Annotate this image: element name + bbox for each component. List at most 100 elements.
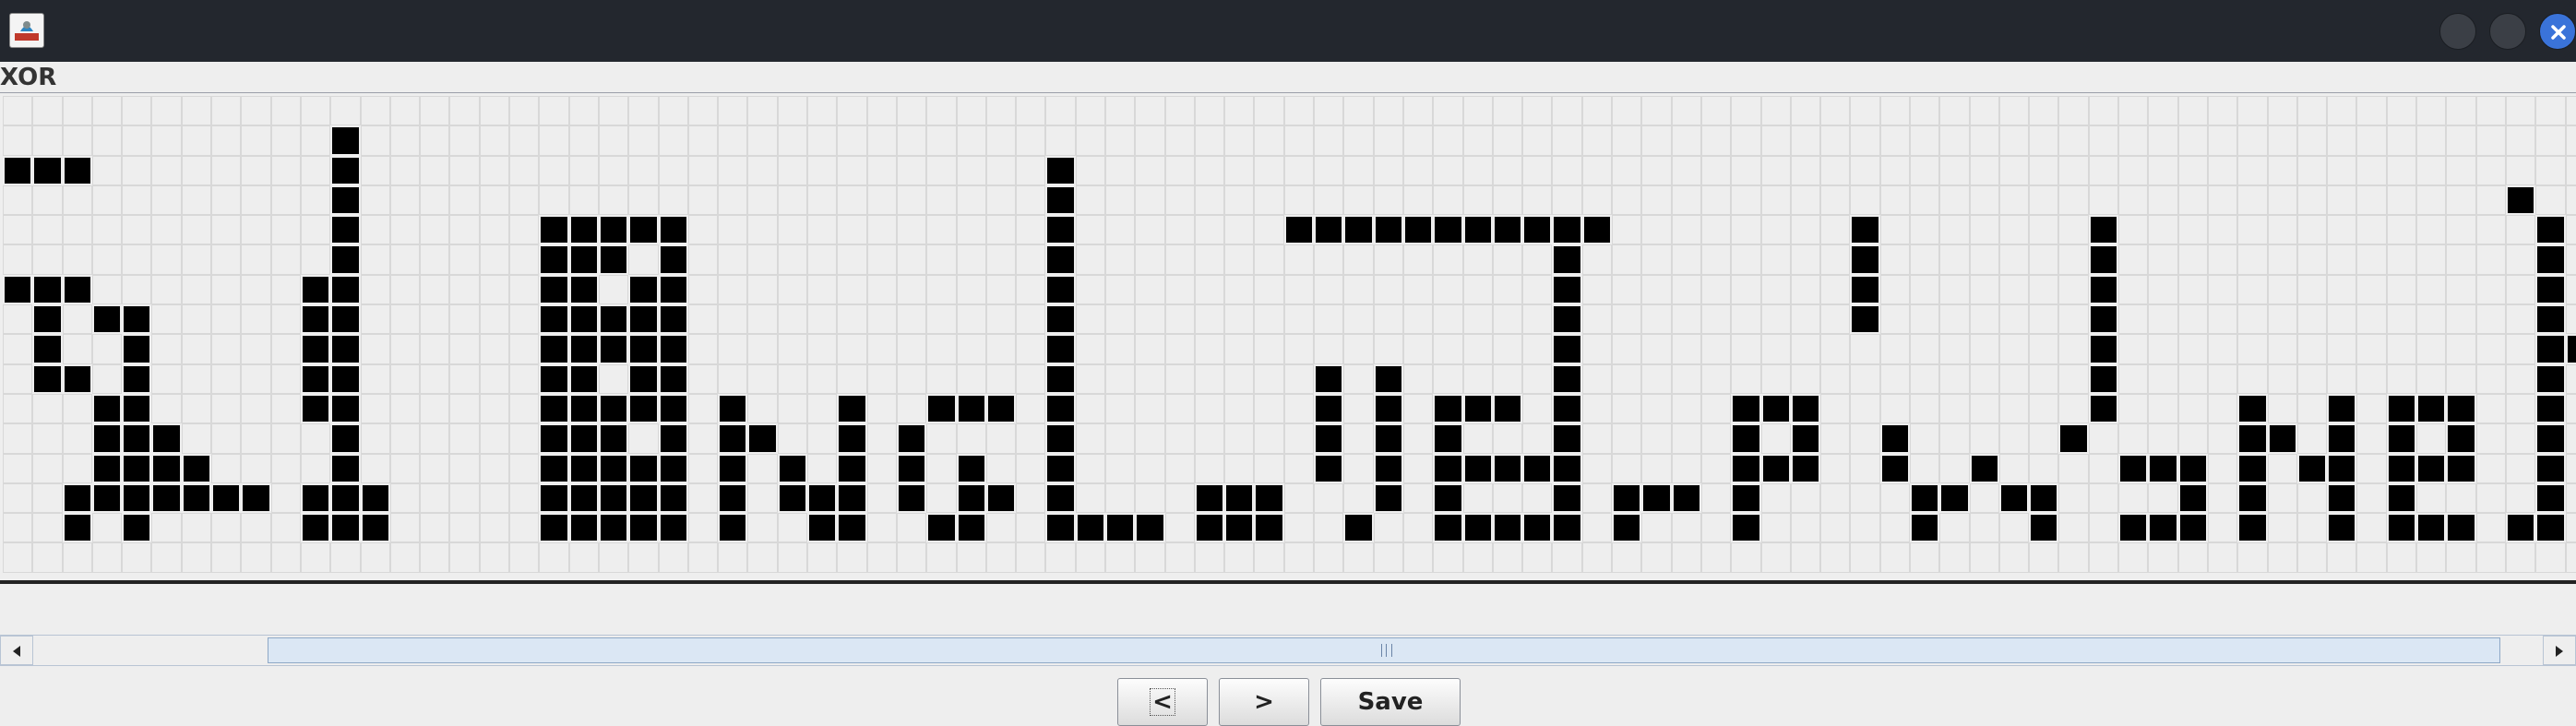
grid-cell[interactable] [1850,96,1880,126]
grid-cell-filled[interactable] [1641,482,1672,514]
grid-cell[interactable] [1760,215,1791,245]
grid-cell[interactable] [1462,274,1493,305]
grid-cell-filled[interactable] [2237,423,2268,454]
grid-cell[interactable] [837,184,867,216]
grid-cell[interactable] [2446,274,2476,305]
grid-cell[interactable] [420,393,450,424]
grid-cell[interactable] [1612,96,1642,126]
grid-cell[interactable] [1075,215,1105,245]
grid-cell[interactable] [151,542,182,573]
grid-cell[interactable] [32,393,63,424]
grid-cell[interactable] [1998,542,2030,573]
grid-cell[interactable] [956,423,986,454]
grid-cell-filled[interactable] [658,393,688,424]
grid-cell-filled[interactable] [1045,423,1076,454]
grid-cell[interactable] [1164,542,1195,573]
grid-cell[interactable] [777,334,808,364]
grid-cell[interactable] [1998,96,2030,126]
grid-cell-filled[interactable] [1462,513,1493,543]
grid-cell[interactable] [2416,482,2447,514]
grid-cell[interactable] [896,125,927,156]
grid-cell[interactable] [1075,423,1105,454]
grid-cell[interactable] [3,334,33,364]
grid-cell[interactable] [1283,453,1315,483]
grid-cell[interactable] [1969,334,1999,364]
grid-cell[interactable] [985,423,1017,454]
grid-cell[interactable] [718,215,748,245]
grid-cell[interactable] [1998,215,2030,245]
grid-cell-filled[interactable] [330,244,361,275]
grid-cell[interactable] [1016,363,1046,394]
grid-cell[interactable] [1850,334,1880,364]
grid-cell[interactable] [926,453,957,483]
grid-cell-filled[interactable] [598,453,629,483]
grid-cell[interactable] [91,96,123,126]
grid-cell[interactable] [2237,125,2268,156]
grid-cell[interactable] [2177,334,2208,364]
grid-cell[interactable] [1462,363,1493,394]
grid-cell[interactable] [2565,125,2576,156]
grid-cell[interactable] [2267,184,2297,216]
grid-cell[interactable] [1283,334,1315,364]
grid-cell-filled[interactable] [1492,215,1523,245]
grid-cell-filled[interactable] [1254,482,1284,514]
grid-cell[interactable] [1641,453,1672,483]
grid-cell[interactable] [718,363,748,394]
grid-cell[interactable] [1910,304,1940,335]
grid-cell[interactable] [747,513,778,543]
grid-cell[interactable] [1075,244,1105,275]
grid-cell[interactable] [1492,423,1523,454]
grid-cell[interactable] [1552,155,1582,185]
grid-cell[interactable] [598,274,629,305]
grid-cell[interactable] [2088,513,2119,543]
grid-cell-filled[interactable] [658,453,688,483]
grid-cell[interactable] [181,363,212,394]
grid-cell[interactable] [866,215,897,245]
grid-cell[interactable] [2148,304,2178,335]
grid-cell[interactable] [2475,304,2506,335]
grid-cell[interactable] [1939,215,1970,245]
grid-cell-filled[interactable] [1045,334,1076,364]
grid-cell[interactable] [2177,274,2208,305]
grid-cell[interactable] [926,96,957,126]
grid-cell[interactable] [598,542,629,573]
grid-cell[interactable] [1700,96,1732,126]
grid-cell[interactable] [122,155,152,185]
grid-cell[interactable] [539,125,569,156]
grid-cell-filled[interactable] [1581,215,1613,245]
grid-cell[interactable] [3,423,33,454]
grid-cell[interactable] [1612,363,1642,394]
grid-cell[interactable] [1492,244,1523,275]
grid-cell[interactable] [2416,244,2447,275]
grid-cell[interactable] [300,423,331,454]
grid-cell[interactable] [1224,304,1255,335]
grid-cell-filled[interactable] [1612,482,1642,514]
grid-cell[interactable] [1164,482,1195,514]
grid-cell-filled[interactable] [2535,304,2566,335]
grid-cell[interactable] [1314,304,1344,335]
grid-cell[interactable] [2505,542,2536,573]
grid-cell[interactable] [300,244,331,275]
grid-cell[interactable] [2267,96,2297,126]
grid-cell[interactable] [479,304,510,335]
grid-cell[interactable] [62,334,92,364]
grid-cell-filled[interactable] [718,453,748,483]
grid-cell[interactable] [32,244,63,275]
grid-cell[interactable] [2386,274,2417,305]
grid-cell[interactable] [2237,215,2268,245]
grid-cell[interactable] [509,363,540,394]
grid-cell[interactable] [598,363,629,394]
grid-cell[interactable] [687,482,719,514]
grid-cell[interactable] [1910,363,1940,394]
grid-cell[interactable] [2505,453,2536,483]
grid-cell[interactable] [2505,96,2536,126]
grid-cell[interactable] [1224,453,1255,483]
grid-cell[interactable] [2296,244,2328,275]
grid-cell-filled[interactable] [1790,423,1821,454]
grid-cell-filled[interactable] [985,482,1017,514]
grid-cell[interactable] [1164,363,1195,394]
grid-cell[interactable] [1612,155,1642,185]
grid-cell[interactable] [747,304,778,335]
grid-cell[interactable] [211,304,242,335]
grid-cell[interactable] [211,393,242,424]
